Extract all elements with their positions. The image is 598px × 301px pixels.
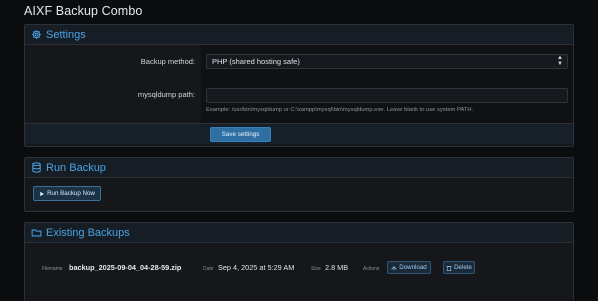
download-label: Download xyxy=(399,264,427,271)
backup-filename: backup_2025-09-04_04-28-59.zip xyxy=(69,263,182,272)
existing-backups-header: Existing Backups xyxy=(25,223,573,243)
backup-method-row: Backup method: PHP (shared hosting safe)… xyxy=(25,45,573,77)
play-icon xyxy=(39,191,45,197)
backup-method-field: PHP (shared hosting safe) ▲ ▼ xyxy=(201,45,573,77)
backup-row: Filename backup_2025-09-04_04-28-59.zip … xyxy=(25,243,573,293)
database-icon xyxy=(31,162,42,173)
existing-backups-title: Existing Backups xyxy=(46,226,130,239)
run-backup-body: Run Backup Now xyxy=(25,178,573,201)
page-title: AIXF Backup Combo xyxy=(24,4,143,18)
existing-backups-panel: Existing Backups Filename backup_2025-09… xyxy=(24,222,574,301)
mysqldump-hint: Example: /usr/bin/mysqldump or C:\xampp\… xyxy=(206,106,474,113)
mysqldump-field: Example: /usr/bin/mysqldump or C:\xampp\… xyxy=(201,77,573,123)
delete-button[interactable]: Delete xyxy=(443,261,475,274)
backup-date: Sep 4, 2025 at 5:29 AM xyxy=(218,263,295,272)
run-backup-header: Run Backup xyxy=(25,158,573,178)
settings-title: Settings xyxy=(46,28,86,41)
backup-size: 2.8 MB xyxy=(325,263,349,272)
run-backup-panel: Run Backup Run Backup Now xyxy=(24,157,574,212)
actions-label: Actions xyxy=(363,266,380,272)
backup-method-select[interactable]: PHP (shared hosting safe) ▲ ▼ xyxy=(206,53,568,69)
folder-icon xyxy=(31,227,42,238)
filename-label: Filename xyxy=(42,266,63,272)
run-backup-now-button[interactable]: Run Backup Now xyxy=(33,186,101,201)
run-backup-now-label: Run Backup Now xyxy=(47,190,95,197)
mysqldump-label: mysqldump path: xyxy=(137,89,195,99)
settings-footer: Save settings xyxy=(25,123,573,144)
delete-label: Delete xyxy=(454,264,472,271)
mysqldump-row: mysqldump path: Example: /usr/bin/mysqld… xyxy=(25,77,573,123)
run-backup-title: Run Backup xyxy=(46,161,106,174)
settings-header: Settings xyxy=(25,25,573,45)
size-label: Size xyxy=(311,266,321,272)
mysqldump-path-input[interactable] xyxy=(206,87,568,103)
download-icon xyxy=(391,265,397,271)
gear-icon xyxy=(31,29,42,40)
date-label: Date xyxy=(203,266,214,272)
backup-method-value: PHP (shared hosting safe) xyxy=(212,56,300,66)
settings-panel: Settings Backup method: PHP (shared host… xyxy=(24,24,574,147)
backup-method-label: Backup method: xyxy=(140,56,195,66)
trash-icon xyxy=(446,265,452,271)
select-updown-icon: ▲ ▼ xyxy=(557,55,563,67)
download-button[interactable]: Download xyxy=(387,261,431,274)
save-settings-button[interactable]: Save settings xyxy=(210,126,271,142)
